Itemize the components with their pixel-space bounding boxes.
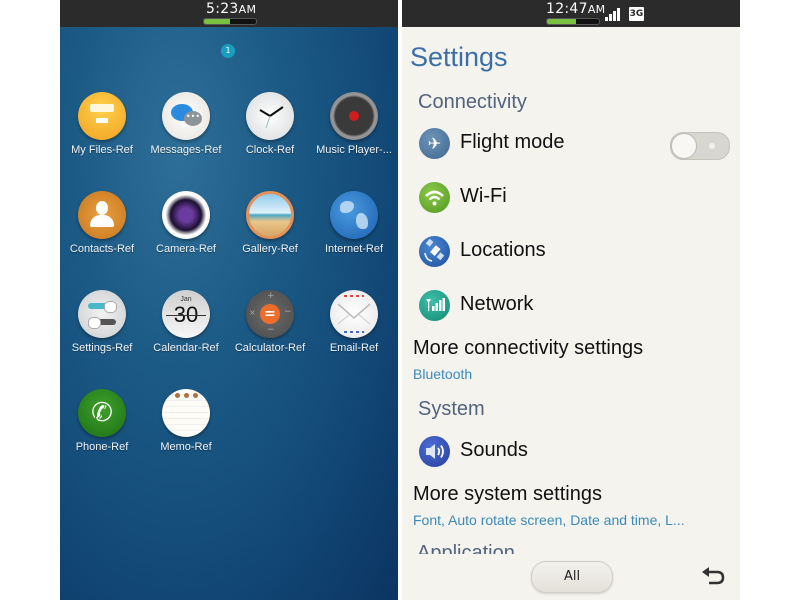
- all-button[interactable]: All: [531, 561, 613, 593]
- setting-label: Locations: [460, 239, 546, 261]
- app-contacts[interactable]: Contacts-Ref: [60, 191, 144, 255]
- app-calendar[interactable]: Jan 30 Calendar-Ref: [144, 290, 228, 354]
- app-label: Phone-Ref: [75, 441, 129, 453]
- globe-icon: [330, 191, 378, 239]
- status-time: 5:23AM: [206, 1, 257, 17]
- setting-label: Network: [460, 293, 534, 315]
- network-3g-icon: 3G: [629, 7, 644, 21]
- speaker-icon: [419, 436, 450, 467]
- camera-lens-icon: [162, 191, 210, 239]
- app-label: Calendar-Ref: [153, 342, 219, 354]
- app-label: My Files-Ref: [71, 144, 133, 156]
- memo-notepad-icon: [162, 389, 210, 437]
- app-label: Email-Ref: [329, 342, 379, 354]
- app-label: Clock-Ref: [245, 144, 295, 156]
- app-label: Memo-Ref: [160, 441, 212, 453]
- battery-indicator: [203, 18, 257, 25]
- wifi-icon: [419, 182, 450, 213]
- satellite-icon: [419, 236, 450, 267]
- setting-label: Sounds: [460, 439, 528, 461]
- flight-mode-toggle[interactable]: [670, 132, 730, 160]
- setting-label: Wi-Fi: [460, 185, 507, 207]
- more-system-settings[interactable]: More system settings: [413, 483, 602, 506]
- status-time: 12:47AM: [546, 1, 606, 17]
- chat-bubbles-icon: •••: [162, 92, 210, 140]
- setting-sounds[interactable]: Sounds: [419, 434, 731, 470]
- toggle-knob: [671, 133, 697, 159]
- setting-wifi[interactable]: Wi-Fi: [419, 180, 731, 216]
- gallery-beach-icon: [246, 191, 294, 239]
- battery-fill: [204, 19, 230, 24]
- envelope-icon: [330, 290, 378, 338]
- app-my-files[interactable]: My Files-Ref: [60, 92, 144, 156]
- setting-network[interactable]: Network: [419, 288, 731, 324]
- clock-icon: [246, 92, 294, 140]
- back-arrow-icon: [702, 567, 725, 585]
- network-signal-icon: [419, 290, 450, 321]
- section-header-application: Application: [417, 542, 515, 554]
- app-label: Calculator-Ref: [234, 342, 306, 354]
- calendar-icon: Jan 30: [162, 290, 210, 338]
- calculator-icon: = + × − −: [246, 290, 294, 338]
- more-connectivity-settings[interactable]: More connectivity settings: [413, 337, 643, 360]
- app-internet[interactable]: Internet-Ref: [312, 191, 396, 255]
- app-camera[interactable]: Camera-Ref: [144, 191, 228, 255]
- app-label: Gallery-Ref: [242, 243, 298, 255]
- status-bar: 12:47AM 3G: [402, 0, 740, 27]
- app-label: Music Player-...: [316, 144, 392, 156]
- toggle-dot: [709, 143, 715, 149]
- app-label: Contacts-Ref: [69, 243, 135, 255]
- status-bar: 5:23AM: [60, 0, 398, 27]
- signal-strength-icon: [605, 7, 621, 21]
- app-gallery[interactable]: Gallery-Ref: [228, 191, 312, 255]
- app-messages[interactable]: ••• Messages-Ref: [144, 92, 228, 156]
- setting-label: Flight mode: [460, 131, 565, 153]
- more-system-subtitle: Font, Auto rotate screen, Date and time,…: [413, 512, 685, 528]
- contact-person-icon: [78, 191, 126, 239]
- battery-fill: [547, 19, 576, 24]
- setting-locations[interactable]: Locations: [419, 234, 731, 270]
- folder-icon: [78, 92, 126, 140]
- app-label: Messages-Ref: [150, 144, 222, 156]
- back-button[interactable]: [700, 565, 728, 587]
- phone-icon: ✆: [78, 389, 126, 437]
- battery-indicator: [546, 18, 600, 25]
- app-calculator[interactable]: = + × − − Calculator-Ref: [228, 290, 312, 354]
- app-settings[interactable]: Settings-Ref: [60, 290, 144, 354]
- airplane-icon: ✈: [419, 128, 450, 159]
- section-header-system: System: [418, 398, 485, 420]
- app-label: Camera-Ref: [156, 243, 216, 255]
- app-memo[interactable]: Memo-Ref: [144, 389, 228, 453]
- page-indicator[interactable]: 1: [221, 44, 235, 58]
- settings-screen: 12:47AM 3G Settings Connectivity ✈ Fligh…: [402, 0, 740, 600]
- music-player-icon: [330, 92, 378, 140]
- section-header-connectivity: Connectivity: [418, 91, 527, 113]
- app-email[interactable]: Email-Ref: [312, 290, 396, 354]
- settings-toggles-icon: [78, 290, 126, 338]
- app-phone[interactable]: ✆ Phone-Ref: [60, 389, 144, 453]
- app-music-player[interactable]: Music Player-...: [312, 92, 396, 156]
- page-title: Settings: [410, 42, 508, 72]
- app-label: Internet-Ref: [324, 243, 384, 255]
- app-label: Settings-Ref: [71, 342, 133, 354]
- home-screen: 5:23AM 1 My Files-Ref ••• Messages-Ref C…: [60, 0, 398, 600]
- more-connectivity-subtitle: Bluetooth: [413, 366, 473, 382]
- app-clock[interactable]: Clock-Ref: [228, 92, 312, 156]
